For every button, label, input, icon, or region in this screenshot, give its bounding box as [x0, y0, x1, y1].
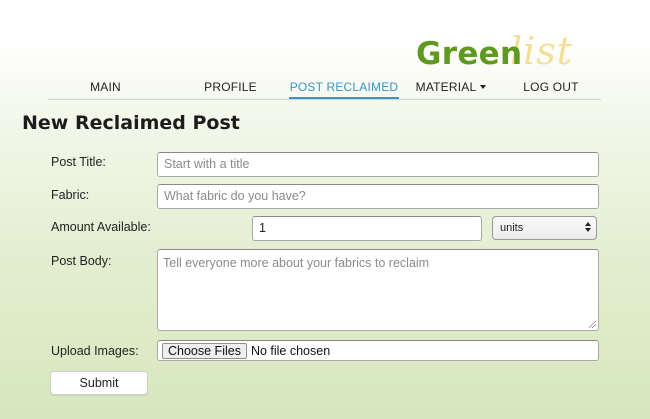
nav-material-dropdown[interactable]: MATERIAL — [401, 78, 501, 99]
post-title-label: Post Title: — [51, 155, 106, 169]
file-status-text: No file chosen — [250, 344, 331, 358]
nav-post-reclaimed[interactable]: POST RECLAIMED — [289, 78, 399, 99]
post-body-label: Post Body: — [51, 254, 112, 268]
submit-button[interactable]: Submit — [50, 371, 148, 395]
post-title-placeholder: Start with a title — [164, 157, 250, 171]
nav-post-reclaimed-label: POST RECLAIMED — [289, 80, 399, 94]
caret-down-icon — [480, 85, 487, 89]
logo-main-text: Green — [416, 36, 523, 72]
amount-input[interactable]: 1 — [252, 216, 482, 241]
nav-main[interactable]: MAIN — [48, 78, 163, 99]
nav-material-label: MATERIAL — [415, 80, 477, 94]
unit-select[interactable]: units — [492, 216, 597, 240]
select-arrows-icon — [585, 222, 591, 232]
choose-files-button[interactable]: Choose Files — [162, 343, 247, 359]
resize-handle-icon[interactable] — [589, 321, 596, 328]
greenlist-logo[interactable]: list Green — [416, 14, 606, 74]
unit-select-value: units — [500, 222, 524, 234]
nav-log-out-label: LOG OUT — [523, 80, 579, 94]
fabric-input[interactable]: What fabric do you have? — [157, 184, 599, 209]
amount-label: Amount Available: — [51, 220, 151, 234]
nav-profile-label: PROFILE — [204, 80, 257, 94]
amount-value: 1 — [259, 221, 266, 235]
post-title-input[interactable]: Start with a title — [157, 152, 599, 177]
nav-profile[interactable]: PROFILE — [179, 78, 282, 99]
fabric-placeholder: What fabric do you have? — [164, 189, 306, 203]
nav-log-out[interactable]: LOG OUT — [501, 78, 601, 99]
page-title: New Reclaimed Post — [22, 112, 240, 134]
main-nav: MAIN PROFILE POST RECLAIMED MATERIAL LOG… — [48, 78, 601, 100]
post-body-placeholder: Tell everyone more about your fabrics to… — [163, 256, 430, 270]
upload-images-label: Upload Images: — [51, 344, 139, 358]
upload-images-field[interactable]: Choose Files No file chosen — [157, 340, 599, 361]
fabric-label: Fabric: — [51, 188, 90, 202]
nav-main-label: MAIN — [90, 80, 121, 94]
post-body-textarea[interactable]: Tell everyone more about your fabrics to… — [157, 249, 599, 331]
